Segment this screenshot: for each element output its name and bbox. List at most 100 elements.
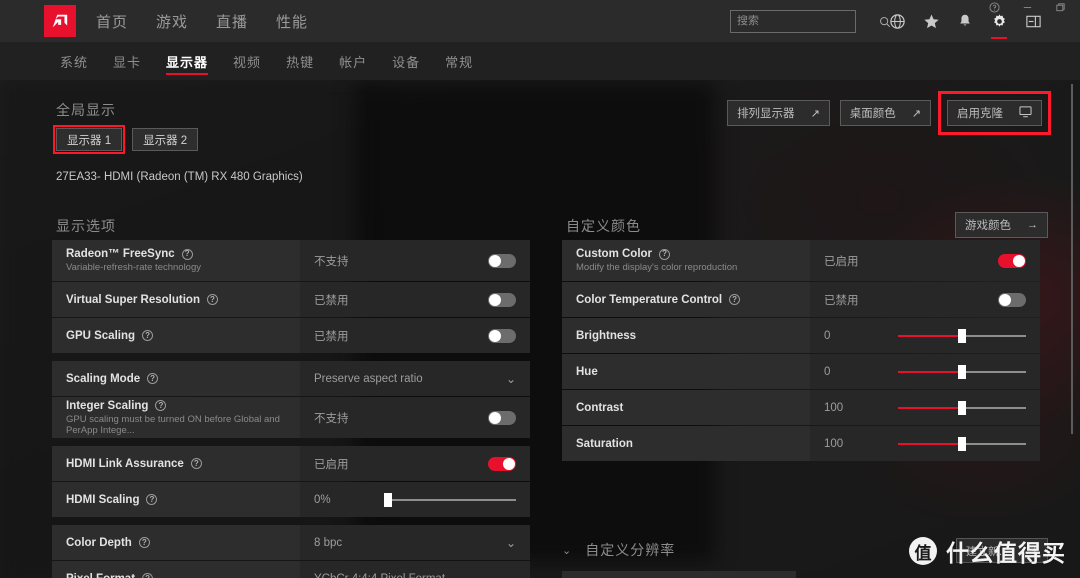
setting-label-text: Integer Scaling [66,399,149,412]
restore-icon[interactable] [1055,2,1066,13]
setting-toggle[interactable] [488,292,516,307]
setting-value-cell: 0 [810,318,1040,353]
monitor-tab-1[interactable]: 显示器 1 [52,125,126,154]
slider-knob[interactable] [958,364,966,379]
no-custom-resolutions-text: No custom resolutions created yet [562,571,796,578]
help-icon[interactable]: ? [659,248,671,260]
topnav-item-home[interactable]: 首页 [96,11,128,32]
setting-value-text: 不支持 [314,255,349,268]
globe-icon[interactable] [880,0,914,42]
tab-devices[interactable]: 设备 [392,42,420,80]
toggle-knob [489,411,501,424]
desktop-color-button[interactable]: 桌面颜色 ↗ [839,100,931,126]
setting-value-text: 已启用 [314,458,349,471]
custom-resolution-title: 自定义分辨率 [585,542,676,558]
setting-toggle[interactable] [488,456,516,471]
help-icon[interactable]: ? [729,294,741,305]
setting-value-cell: 不支持 [300,397,530,438]
topnav-item-performance[interactable]: 性能 [276,11,308,32]
setting-value-cell: 已禁用 [810,282,1040,317]
setting-toggle[interactable] [488,410,516,425]
help-icon[interactable]: ? [142,573,154,578]
star-icon[interactable] [914,0,948,42]
setting-label-text: HDMI Link Assurance [66,457,184,470]
slider-fill [898,442,962,445]
help-icon[interactable]: ? [181,248,193,260]
setting-slider[interactable] [898,318,1026,353]
setting-toggle[interactable] [998,292,1026,307]
amd-logo-icon[interactable] [44,5,76,37]
setting-row: Contrast 100 [562,390,1040,425]
setting-label: GPU Scaling? [66,330,300,342]
setting-label-cell: Color Temperature Control? [562,282,810,317]
setting-value-cell: 已启用 [300,446,530,481]
top-navigation: 首页 游戏 直播 性能 [96,11,308,32]
setting-row: Hue 0 [562,354,1040,389]
setting-toggle[interactable] [998,253,1026,268]
setting-slider[interactable] [898,354,1026,389]
help-icon[interactable]: ? [155,400,167,411]
setting-label: Contrast [576,402,810,414]
help-icon[interactable]: ? [206,294,218,305]
topnav-item-streaming[interactable]: 直播 [216,11,248,32]
setting-label-text: Scaling Mode [66,372,141,385]
help-icon[interactable]: ? [142,330,154,341]
setting-sublabel: GPU scaling must be turned ON before Glo… [66,413,280,436]
title-bar: 首页 游戏 直播 性能 [0,0,1080,42]
game-color-button[interactable]: 游戏颜色 → [955,212,1048,238]
tab-general[interactable]: 常规 [445,42,473,80]
setting-value-text: 不支持 [314,412,349,425]
help-icon[interactable] [989,1,1000,13]
search-input[interactable] [737,15,879,27]
monitor-tab-2[interactable]: 显示器 2 [132,128,199,151]
chevron-down-icon[interactable]: ⌄ [506,572,516,578]
tab-display[interactable]: 显示器 [166,42,209,80]
setting-label-cell: HDMI Link Assurance? [52,446,300,481]
setting-slider[interactable] [898,426,1026,461]
setting-row: GPU Scaling? 已禁用 [52,318,530,353]
toggle-knob [503,457,515,470]
arrange-displays-label: 排列显示器 [737,108,795,120]
display-options-title: 显示选项 [56,218,116,234]
slider-knob[interactable] [958,436,966,451]
chevron-down-icon[interactable]: ⌄ [506,372,516,386]
arrow-right-icon: → [1027,219,1038,231]
setting-toggle[interactable] [488,328,516,343]
setting-slider[interactable] [898,390,1026,425]
top-action-buttons: 排列显示器 ↗ 桌面颜色 ↗ 启用克隆 [727,91,1051,135]
setting-label-text: HDMI Scaling [66,493,140,506]
topnav-item-gaming[interactable]: 游戏 [156,11,188,32]
custom-resolution-header[interactable]: ⌄ 自定义分辨率 [562,540,675,560]
setting-value-text: 已禁用 [314,330,349,343]
help-icon[interactable]: ? [146,494,158,505]
sub-navigation: 系统 显卡 显示器 视频 热键 帐户 设备 常规 [0,42,1080,80]
tab-video[interactable]: 视频 [233,42,261,80]
tab-graphics[interactable]: 显卡 [113,42,141,80]
setting-slider[interactable] [384,482,516,517]
help-icon[interactable]: ? [190,458,202,469]
minimize-icon[interactable] [1022,2,1033,13]
bell-icon[interactable] [948,0,982,42]
setting-label-text: Pixel Format [66,573,135,578]
chevron-down-icon: ⌄ [562,544,572,557]
setting-toggle[interactable] [488,253,516,268]
vertical-scrollbar[interactable] [1071,84,1073,434]
help-icon[interactable]: ? [147,373,159,384]
setting-label-cell: Hue [562,354,810,389]
slider-knob[interactable] [384,492,392,507]
setting-value-cell: 8 bpc ⌄ [300,525,530,560]
search-box[interactable] [730,9,891,33]
slider-knob[interactable] [958,400,966,415]
enable-clone-button[interactable]: 启用克隆 [947,100,1042,126]
setting-label: Integer Scaling? [66,400,300,412]
toggle-knob [489,254,501,267]
tab-system[interactable]: 系统 [60,42,88,80]
tab-hotkeys[interactable]: 热键 [286,42,314,80]
tab-account[interactable]: 帐户 [339,42,367,80]
slider-knob[interactable] [958,328,966,343]
chevron-down-icon[interactable]: ⌄ [506,536,516,550]
arrange-displays-button[interactable]: 排列显示器 ↗ [727,100,830,126]
setting-value-cell: YCbCr 4:4:4 Pixel Format ⌄ [300,561,530,578]
help-icon[interactable]: ? [138,537,150,548]
setting-label-text: Custom Color [576,248,653,260]
